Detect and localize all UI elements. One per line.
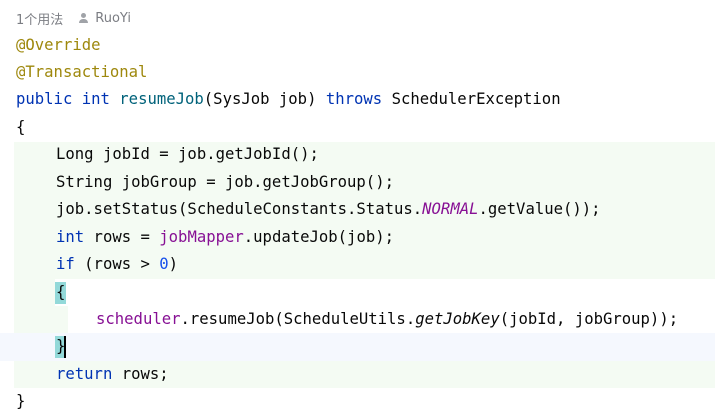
usages-link[interactable]: 1个用法 xyxy=(16,9,63,28)
parameter-list: (SysJob job) xyxy=(203,90,326,108)
statement: job.setStatus(ScheduleConstants.Status. xyxy=(56,200,423,218)
condition: (rows > xyxy=(74,255,160,273)
code-line-9[interactable]: if (rows > 0) xyxy=(56,251,178,278)
author-link[interactable]: RuoYi xyxy=(95,11,131,26)
user-icon xyxy=(78,12,90,24)
code-line-5[interactable]: Long jobId = job.getJobId(); xyxy=(56,141,319,168)
code-line-4[interactable]: { xyxy=(16,114,25,141)
statement: .resumeJob(ScheduleUtils. xyxy=(180,310,416,328)
keyword-throws: throws xyxy=(325,90,383,108)
code-line-10[interactable]: { xyxy=(56,279,65,306)
statement: Long jobId = job.getJobId(); xyxy=(56,145,319,163)
keyword-if: if xyxy=(56,255,75,273)
code-line-6[interactable]: String jobGroup = job.getJobGroup(); xyxy=(56,169,394,196)
number-literal: 0 xyxy=(159,255,169,273)
code-line-8[interactable]: int rows = jobMapper.updateJob(job); xyxy=(56,224,394,251)
method-name: resumeJob xyxy=(119,90,204,108)
code-line-1[interactable]: @Override xyxy=(16,32,101,59)
statement-tail: (jobId, jobGroup)); xyxy=(499,310,679,328)
keyword-return: return xyxy=(56,365,113,383)
statement: rows = xyxy=(84,228,160,246)
close-brace: } xyxy=(16,392,26,410)
transactional-annotation: @Transactional xyxy=(16,63,148,81)
static-method-getjobkey: getJobKey xyxy=(415,310,500,328)
exception-type: SchedulerException xyxy=(382,90,561,108)
code-line-3[interactable]: public int resumeJob(SysJob job) throws … xyxy=(16,86,561,113)
code-line-14[interactable]: } xyxy=(16,388,25,415)
open-brace: { xyxy=(56,283,66,301)
static-field-normal: NORMAL xyxy=(422,200,479,218)
open-brace: { xyxy=(16,118,26,136)
field-scheduler: scheduler xyxy=(96,310,181,328)
keyword-public: public xyxy=(16,90,73,108)
indent-guide xyxy=(55,306,68,334)
override-annotation: @Override xyxy=(16,36,101,54)
statement-tail: .getValue()); xyxy=(478,200,601,218)
code-vision-hint[interactable]: 1个用法 RuoYi xyxy=(16,8,131,28)
statement-tail: .updateJob(job); xyxy=(243,228,394,246)
field-jobmapper: jobMapper xyxy=(159,228,244,246)
caret-row-highlight xyxy=(0,333,715,361)
keyword-int: int xyxy=(56,228,85,246)
code-line-7[interactable]: job.setStatus(ScheduleConstants.Status.N… xyxy=(56,196,601,223)
code-line-2[interactable]: @Transactional xyxy=(16,59,147,86)
condition-close: ) xyxy=(168,255,179,273)
code-line-11[interactable]: scheduler.resumeJob(ScheduleUtils.getJob… xyxy=(96,306,678,333)
text-caret xyxy=(64,336,66,358)
statement: rows; xyxy=(112,365,169,383)
statement: String jobGroup = job.getJobGroup(); xyxy=(56,173,394,191)
keyword-int: int xyxy=(81,90,110,108)
code-line-13[interactable]: return rows; xyxy=(56,361,169,388)
code-editor[interactable]: 1个用法 RuoYi @Override @Transactional publ… xyxy=(0,0,715,417)
